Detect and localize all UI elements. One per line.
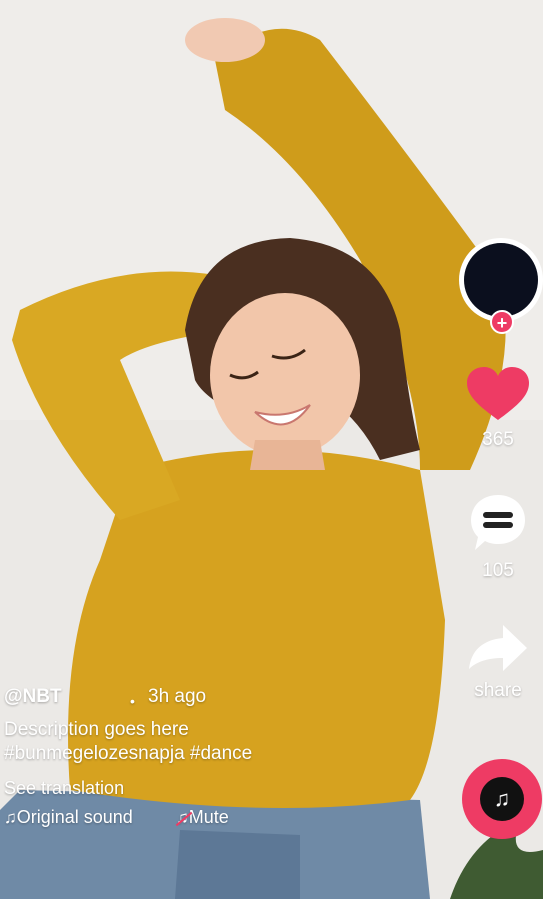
like-button[interactable]: 365: [453, 366, 543, 451]
share-arrow-icon: [469, 625, 527, 671]
avatar-image: [464, 243, 538, 317]
comment-button[interactable]: 105: [453, 493, 543, 582]
post-meta: @NBT • 3h ago: [4, 686, 424, 716]
original-sound-link[interactable]: ♫Original sound: [4, 807, 133, 827]
description-text: Description goes here: [4, 719, 189, 740]
music-note-icon: ♫: [4, 808, 17, 827]
comment-count: 105: [482, 560, 514, 581]
username[interactable]: @NBT: [4, 686, 62, 707]
follow-button[interactable]: +: [490, 310, 514, 334]
share-button[interactable]: share: [453, 623, 543, 702]
post-info: @NBT • 3h ago Description goes here #bun…: [4, 686, 424, 831]
comment-bubble-icon: [471, 495, 525, 550]
like-count: 365: [482, 429, 514, 450]
mute-button[interactable]: ♫Mute: [176, 807, 229, 828]
music-disc-button[interactable]: ♫: [462, 759, 542, 839]
mute-label: Mute: [188, 807, 229, 827]
music-note-icon: ♫: [480, 777, 524, 821]
post-description: Description goes here #bunmegelozesnapja…: [4, 718, 424, 766]
mute-icon: ♫: [176, 808, 189, 827]
see-translation-link[interactable]: See translation: [4, 778, 424, 799]
post-time: 3h ago: [148, 686, 207, 707]
original-sound-label: Original sound: [16, 807, 133, 827]
sound-row: ♫Original sound ♫Mute: [4, 807, 424, 831]
hashtags[interactable]: #bunmegelozesnapja #dance: [4, 742, 424, 766]
separator-dot: •: [130, 693, 135, 709]
share-label: share: [474, 680, 522, 701]
heart-icon: [467, 367, 529, 420]
